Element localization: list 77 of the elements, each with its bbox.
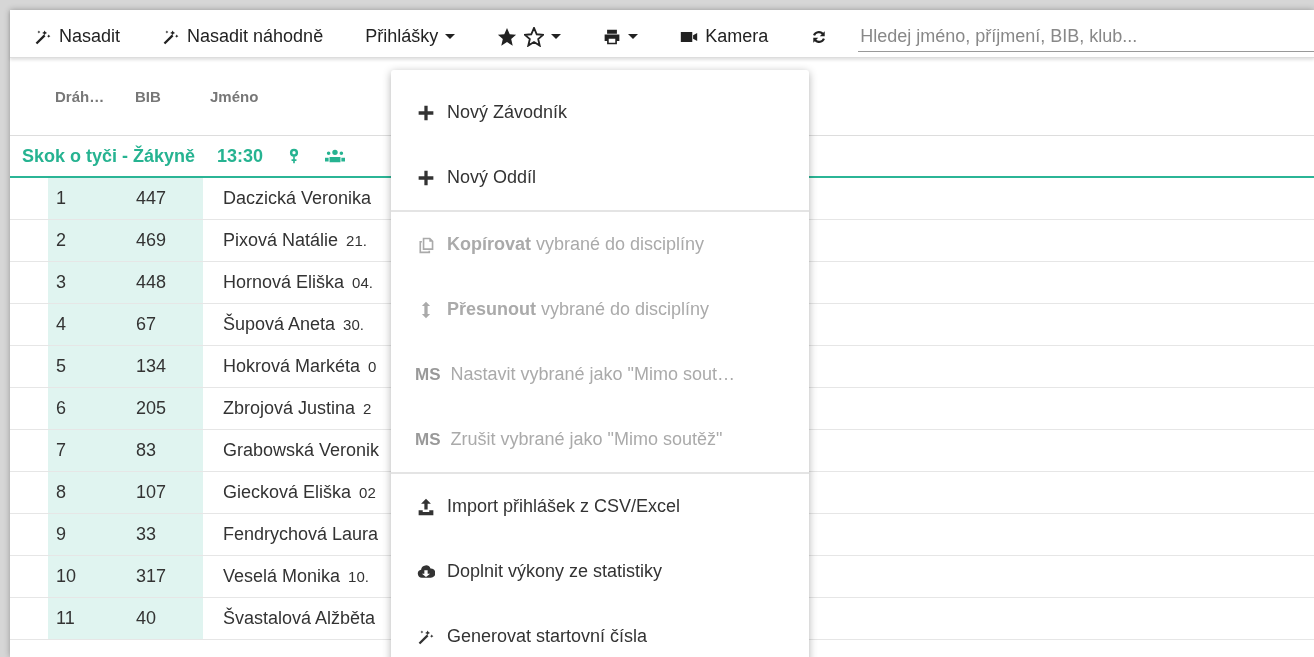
menu-item-label: Doplnit výkony ze statistiky — [447, 561, 663, 582]
toolbar-button[interactable]: Kamera — [674, 22, 775, 51]
plus-icon — [417, 103, 435, 122]
table-cell: 10 — [48, 556, 128, 597]
menu-item-label: Nastavit vybrané jako "Mimo sout… — [450, 364, 735, 385]
table-cell: 3 — [48, 262, 128, 303]
birth-date: 30. — [343, 316, 364, 333]
table-cell: 1 — [48, 178, 128, 219]
athlete-name: Fendrychová Laura — [223, 524, 379, 545]
table-cell: 5 — [48, 346, 128, 387]
birth-date: 21. — [346, 232, 367, 249]
caret-icon — [628, 34, 639, 39]
menu-item[interactable]: Doplnit výkony ze statistiky — [391, 539, 809, 604]
group-title: Skok o tyči - Žákyně — [22, 145, 196, 167]
column-header[interactable]: Jméno — [210, 88, 290, 105]
menu-item[interactable]: Nový Závodník — [391, 80, 809, 145]
table-cell: 317 — [128, 556, 203, 597]
birth-date: 02 — [359, 484, 376, 501]
table-cell: 33 — [128, 514, 203, 555]
menu-item-label: Kopírovat vybrané do disciplíny — [447, 234, 705, 255]
table-cell: 40 — [128, 598, 203, 639]
athlete-name: Hornová Eliška — [223, 272, 345, 293]
search-field[interactable]: Hledej jméno, příjmení, BIB, klub... — [858, 21, 1314, 52]
table-cell: 2 — [48, 220, 128, 261]
copy-icon — [417, 235, 435, 254]
ms-label: MS — [415, 429, 441, 450]
table-cell: 67 — [128, 304, 203, 345]
athlete-name: Grabowská Veronik — [223, 440, 380, 461]
menu-item[interactable]: Import přihlášek z CSV/Excel — [391, 474, 809, 539]
star-icon — [497, 26, 518, 47]
athlete-name: Hokrová Markéta — [223, 356, 361, 377]
athlete-name: Giecková Eliška — [223, 482, 352, 503]
caret-icon — [445, 34, 456, 39]
table-cell: 107 — [128, 472, 203, 513]
menu-item[interactable]: Generovat startovní čísla — [391, 604, 809, 657]
caret-icon — [551, 34, 562, 39]
star-outline-icon — [524, 26, 545, 47]
plus-icon — [417, 168, 435, 187]
athlete-name: Veselá Monika — [223, 566, 341, 587]
menu-item-label: Nový Oddíl — [447, 167, 537, 188]
cloud-download-icon — [417, 562, 435, 581]
table-cell: 4 — [48, 304, 128, 345]
menu-item[interactable]: Nový Oddíl — [391, 145, 809, 210]
table-cell: 448 — [128, 262, 203, 303]
table-cell: 6 — [48, 388, 128, 429]
table-cell: 8 — [48, 472, 128, 513]
table-cell: 134 — [128, 346, 203, 387]
printer-icon — [603, 27, 622, 46]
table-cell: 447 — [128, 178, 203, 219]
group-time: 13:30 — [217, 145, 264, 167]
athlete-name: Pixová Natálie — [223, 230, 339, 251]
dropdown-button[interactable]: Přihlášky — [359, 22, 462, 51]
athlete-name: Zbrojová Justina — [223, 398, 356, 419]
ms-label: MS — [415, 364, 441, 385]
upload-icon — [417, 497, 435, 516]
table-cell: 7 — [48, 430, 128, 471]
athlete-name: Daczická Veronika — [223, 188, 372, 209]
table-cell: 11 — [48, 598, 128, 639]
table-cell: 83 — [128, 430, 203, 471]
toolbar-button[interactable]: Nasadit — [28, 22, 127, 51]
table-cell: 469 — [128, 220, 203, 261]
birth-date: 10. — [348, 568, 369, 585]
menu-item-label: Import přihlášek z CSV/Excel — [447, 496, 681, 517]
menu-item-label: Zrušit vybrané jako "Mimo soutěž" — [450, 429, 723, 450]
menu-item-label: Nový Závodník — [447, 102, 568, 123]
athlete-name: Šupová Aneta — [223, 314, 336, 335]
menu-item-label: Přesunout vybrané do disciplíny — [447, 299, 710, 320]
athlete-name: Švastalová Alžběta — [223, 608, 376, 629]
table-cell: 9 — [48, 514, 128, 555]
birth-date: 04. — [352, 274, 373, 291]
table-cell: 205 — [128, 388, 203, 429]
birth-date: 0 — [368, 358, 377, 375]
birth-date: 2 — [363, 400, 372, 417]
column-header[interactable]: BIB — [135, 88, 210, 105]
column-header[interactable]: Dráh… — [55, 88, 135, 105]
menu-item-label: Generovat startovní čísla — [447, 626, 648, 647]
toolbar-button[interactable]: Nasadit náhodně — [156, 22, 330, 51]
